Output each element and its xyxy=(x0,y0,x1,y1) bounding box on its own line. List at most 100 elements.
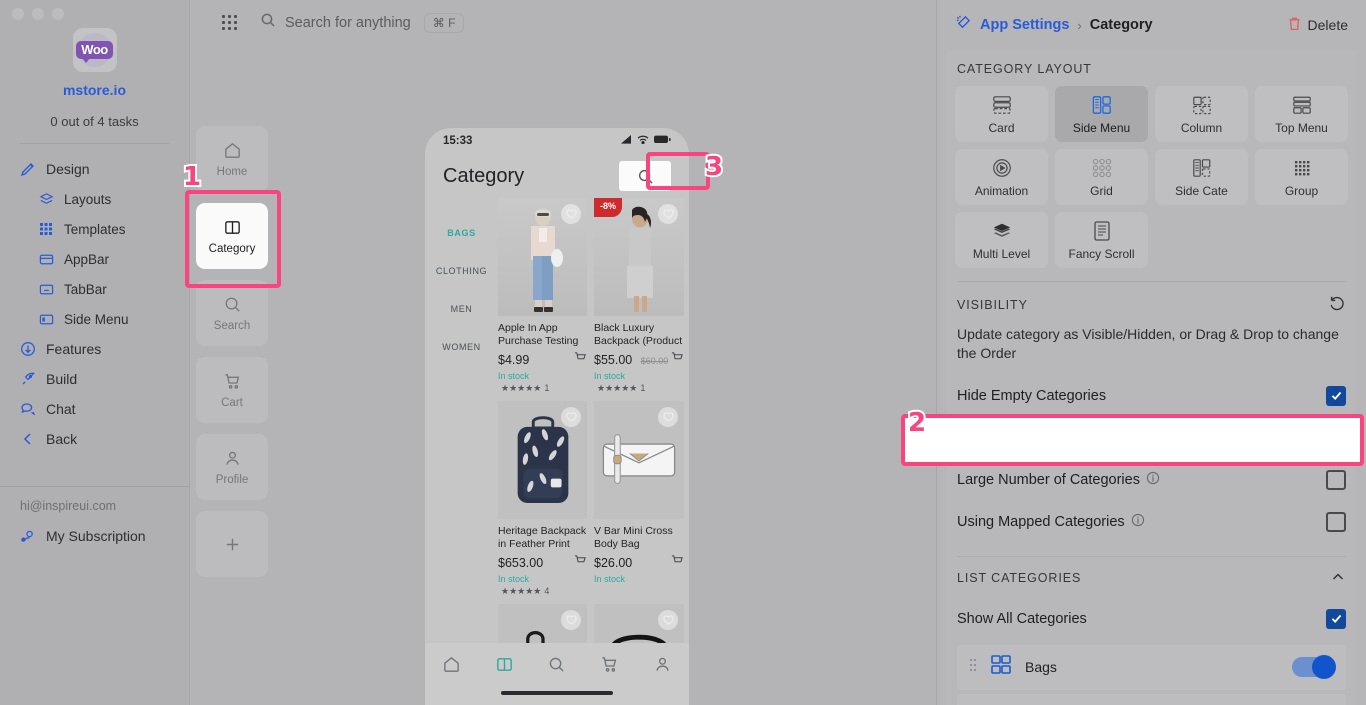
info-icon[interactable] xyxy=(1131,513,1145,531)
wishlist-heart-icon[interactable] xyxy=(561,204,581,224)
layout-option-top-menu[interactable]: Top Menu xyxy=(1255,86,1348,142)
tool-tile-profile[interactable]: Profile xyxy=(196,434,268,500)
sidebar-item-tabbar[interactable]: TabBar xyxy=(0,274,189,304)
add-to-cart-icon[interactable] xyxy=(574,351,587,369)
fancy-scroll-layout-icon xyxy=(1092,220,1112,242)
checkbox-using-mapped-categories[interactable] xyxy=(1326,512,1346,532)
checkbox-large-number-of-categories[interactable] xyxy=(1326,470,1346,490)
footer-divider xyxy=(0,486,189,487)
product-card[interactable]: -8% Black Luxury Backpack (Product $55.0… xyxy=(594,198,684,394)
toggle-category-bags[interactable] xyxy=(1292,657,1334,677)
store-name[interactable]: mstore.io xyxy=(0,82,189,98)
apps-grid-icon[interactable] xyxy=(222,15,242,35)
product-card[interactable]: Heritage Backpack in Feather Print $653.… xyxy=(498,401,587,597)
product-price: $55.00 xyxy=(594,353,632,367)
window-controls[interactable] xyxy=(12,8,64,20)
sidebar-item-design[interactable]: Design xyxy=(0,154,189,184)
phone-tab-category[interactable] xyxy=(495,655,514,679)
search-icon xyxy=(637,168,654,185)
sidebar-item-features[interactable]: Features xyxy=(0,334,189,364)
phone-category-item[interactable]: MEN xyxy=(425,290,498,328)
phone-tab-search[interactable] xyxy=(547,655,566,679)
category-list-row[interactable]: Bags xyxy=(957,645,1346,690)
layout-option-group[interactable]: Group xyxy=(1255,149,1348,205)
maximize-window-button[interactable] xyxy=(52,8,64,20)
sidebar-item-my-subscription[interactable]: My Subscription xyxy=(0,521,189,551)
sidebar-item-label: Features xyxy=(46,341,101,357)
phone-tab-cart[interactable] xyxy=(600,655,619,679)
section-title-visibility: VISIBILITY xyxy=(957,298,1028,312)
sidebar-item-chat[interactable]: Chat xyxy=(0,394,189,424)
layout-option-multi-level[interactable]: Multi Level xyxy=(955,212,1048,268)
side-cate-layout-icon xyxy=(1191,157,1213,179)
option-show-all-categories[interactable]: Show All Categories xyxy=(947,598,1356,640)
product-stock: In stock xyxy=(594,574,684,584)
phone-search-button[interactable] xyxy=(619,161,671,191)
annotation-badge-1: 1 xyxy=(183,162,201,192)
category-list-row-partial[interactable] xyxy=(957,694,1346,705)
layout-option-fancy-scroll[interactable]: Fancy Scroll xyxy=(1055,212,1148,268)
tool-tile-home[interactable]: Home xyxy=(196,126,268,192)
sidebar-item-templates[interactable]: Templates xyxy=(0,214,189,244)
wishlist-heart-icon[interactable] xyxy=(658,407,678,427)
info-icon[interactable] xyxy=(1146,471,1160,489)
settings-panel: App Settings › Category Delete CATEGORY … xyxy=(936,0,1366,705)
layout-option-column[interactable]: Column xyxy=(1155,86,1248,142)
phone-category-item[interactable]: CLOTHING xyxy=(425,252,498,290)
close-window-button[interactable] xyxy=(12,8,24,20)
phone-tab-profile[interactable] xyxy=(653,655,672,679)
panel-scroll-area[interactable]: CATEGORY LAYOUT Card xyxy=(947,50,1356,705)
tool-tile-label: Search xyxy=(214,320,250,332)
global-search-input[interactable]: Search for anything ⌘ F xyxy=(260,12,464,33)
layout-option-side-cate[interactable]: Side Cate xyxy=(1155,149,1248,205)
sidebar-item-side-menu[interactable]: Side Menu xyxy=(0,304,189,334)
multi-level-layout-icon xyxy=(991,220,1013,242)
sidebar-item-appbar[interactable]: AppBar xyxy=(0,244,189,274)
checkbox-hide-empty-categories[interactable] xyxy=(1326,386,1346,406)
phone-category-item[interactable]: WOMEN xyxy=(425,328,498,366)
breadcrumb-app-settings[interactable]: App Settings xyxy=(980,17,1069,33)
minimize-window-button[interactable] xyxy=(32,8,44,20)
layout-option-label: Multi Level xyxy=(973,247,1030,261)
wishlist-heart-icon[interactable] xyxy=(658,204,678,224)
add-to-cart-icon[interactable] xyxy=(574,554,587,572)
layout-option-grid[interactable]: Grid xyxy=(1055,149,1148,205)
discount-badge: -8% xyxy=(594,198,622,217)
wishlist-heart-icon[interactable] xyxy=(658,610,678,630)
sidebar-item-build[interactable]: Build xyxy=(0,364,189,394)
checkbox-show-all-categories[interactable] xyxy=(1326,609,1346,629)
add-to-cart-icon[interactable] xyxy=(671,351,684,369)
layout-option-animation[interactable]: Animation xyxy=(955,149,1048,205)
product-card[interactable]: V Bar Mini Cross Body Bag $26.00 In stoc… xyxy=(594,401,684,597)
option-hide-empty-categories[interactable]: Hide Empty Categories xyxy=(947,375,1356,417)
tool-tile-category[interactable]: Category xyxy=(196,203,268,269)
option-large-number-of-categories[interactable]: Large Number of Categories xyxy=(947,459,1356,501)
tool-tile-cart[interactable]: Cart xyxy=(196,357,268,423)
add-to-cart-icon[interactable] xyxy=(671,554,684,572)
wishlist-heart-icon[interactable] xyxy=(561,610,581,630)
rating-stars: ★★★★★ xyxy=(501,586,541,596)
group-layout-icon xyxy=(1292,157,1312,179)
sidebar-item-back[interactable]: Back xyxy=(0,424,189,454)
product-card[interactable]: Apple In App Purchase Testing $4.99 In s… xyxy=(498,198,587,394)
drag-handle-icon[interactable] xyxy=(969,658,977,677)
layout-option-card[interactable]: Card xyxy=(955,86,1048,142)
tool-tile-add[interactable] xyxy=(196,511,268,577)
sidebar-item-layouts[interactable]: Layouts xyxy=(0,184,189,214)
reset-undo-icon[interactable] xyxy=(1328,294,1346,315)
section-title-list-categories: LIST CATEGORIES xyxy=(957,571,1081,585)
tool-tile-label: Category xyxy=(209,243,256,255)
phone-tab-home[interactable] xyxy=(442,655,461,679)
layout-option-label: Side Menu xyxy=(1073,121,1130,135)
search-icon xyxy=(260,12,276,33)
section-header-list-categories[interactable]: LIST CATEGORIES xyxy=(947,557,1356,598)
phone-category-item[interactable]: BAGS xyxy=(425,214,498,252)
layout-option-side-menu[interactable]: Side Menu xyxy=(1055,86,1148,142)
chevron-up-icon[interactable] xyxy=(1330,569,1346,588)
delete-button[interactable]: Delete xyxy=(1287,16,1348,35)
option-using-mapped-categories[interactable]: Using Mapped Categories xyxy=(947,501,1356,543)
wishlist-heart-icon[interactable] xyxy=(561,407,581,427)
tool-tile-search[interactable]: Search xyxy=(196,280,268,346)
chat-icon xyxy=(20,401,36,417)
top-menu-layout-icon xyxy=(1291,94,1313,116)
